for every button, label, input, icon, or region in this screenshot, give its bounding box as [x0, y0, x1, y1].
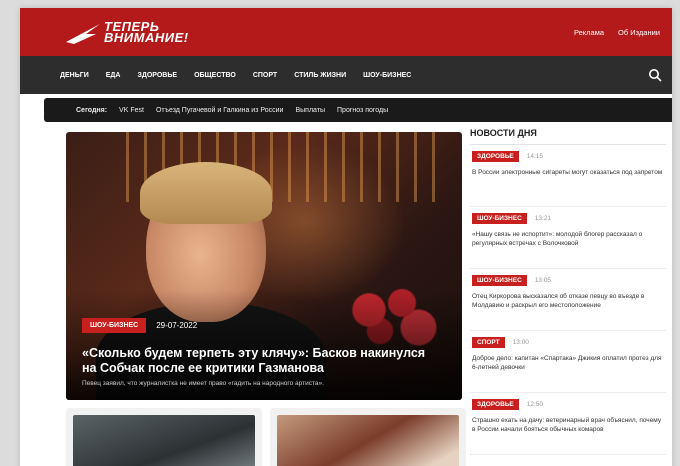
nav-item-food[interactable]: ЕДА	[106, 72, 121, 79]
article-card[interactable]	[66, 408, 262, 466]
top-links: Реклама Об Издании	[574, 28, 660, 37]
today-label: Сегодня:	[76, 106, 108, 114]
news-item-meta: ЗДОРОВЬЕ 14:15	[472, 151, 666, 162]
hero-title[interactable]: «Сколько будем терпеть эту клячу»: Баско…	[82, 346, 442, 376]
news-time: 14:15	[526, 153, 544, 160]
news-time: 13:05	[534, 277, 552, 284]
header-bar: ТЕПЕРЬ ВНИМАНИЕ! Реклама Об Издании	[20, 8, 672, 56]
main-content: ШОУ-БИЗНЕС 29-07-2022 «Сколько будем тер…	[20, 122, 672, 466]
nav-item-lifestyle[interactable]: СТИЛЬ ЖИЗНИ	[294, 72, 346, 79]
hero-image-hair	[140, 162, 272, 224]
today-bar: Сегодня: VK Fest Отъезд Пугачевой и Галк…	[44, 98, 672, 122]
main-nav: ДЕНЬГИ ЕДА ЗДОРОВЬЕ ОБЩЕСТВО СПОРТ СТИЛЬ…	[20, 56, 672, 94]
nav-item-society[interactable]: ОБЩЕСТВО	[194, 72, 236, 79]
logo-arrow-icon	[66, 24, 100, 44]
news-time: 12:50	[526, 401, 544, 408]
news-item-meta: СПОРТ 13:00	[472, 337, 666, 348]
logo-line-2: ВНИМАНИЕ!	[104, 30, 189, 45]
news-time: 13:21	[534, 215, 552, 222]
news-item-meta: ШОУ-БИЗНЕС 13:21	[472, 213, 666, 224]
news-category-badge[interactable]: ЗДОРОВЬЕ	[472, 399, 519, 410]
today-link-payments[interactable]: Выплаты	[295, 107, 325, 114]
news-category-badge[interactable]: ШОУ-БИЗНЕС	[472, 213, 527, 224]
nav-items: ДЕНЬГИ ЕДА ЗДОРОВЬЕ ОБЩЕСТВО СПОРТ СТИЛЬ…	[60, 72, 648, 79]
today-link-pugacheva[interactable]: Отъезд Пугачевой и Галкина из России	[156, 107, 284, 114]
news-headline[interactable]: Страшно ехать на дачу: ветеринарный врач…	[472, 416, 666, 434]
news-item[interactable]: ШОУ-БИЗНЕС 13:05 Отец Киркорова высказал…	[470, 269, 666, 331]
news-item[interactable]: ЗДОРОВЬЕ 12:50 Страшно ехать на дачу: ве…	[470, 393, 666, 455]
news-of-the-day: НОВОСТИ ДНЯ ЗДОРОВЬЕ 14:15 В России элек…	[470, 122, 666, 455]
news-item[interactable]: ЗДОРОВЬЕ 14:15 В России электронные сига…	[470, 145, 666, 207]
link-about[interactable]: Об Издании	[618, 28, 660, 37]
news-time: 13:00	[512, 339, 529, 346]
nav-item-sport[interactable]: СПОРТ	[253, 72, 277, 79]
nav-item-health[interactable]: ЗДОРОВЬЕ	[137, 72, 177, 79]
news-headline[interactable]: Отец Киркорова высказался об отказе певц…	[472, 292, 666, 310]
hero-category-badge[interactable]: ШОУ-БИЗНЕС	[82, 318, 147, 333]
news-headline[interactable]: Доброе дело: капитан «Спартака» Джикия о…	[472, 354, 666, 372]
article-card-image	[277, 415, 459, 466]
hero-meta: ШОУ-БИЗНЕС 29-07-2022	[82, 318, 197, 333]
page-frame: ТЕПЕРЬ ВНИМАНИЕ! Реклама Об Издании ДЕНЬ…	[20, 8, 672, 466]
news-headline[interactable]: «Нашу связь не испортит»: молодой блогер…	[472, 230, 666, 248]
news-category-badge[interactable]: ЗДОРОВЬЕ	[472, 151, 519, 162]
hero-subtitle: Певец заявил, что журналистка не имеет п…	[82, 380, 324, 387]
logo-text: ТЕПЕРЬ ВНИМАНИЕ!	[104, 20, 189, 45]
news-item[interactable]: ШОУ-БИЗНЕС 13:21 «Нашу связь не испортит…	[470, 207, 666, 269]
article-card[interactable]	[270, 408, 466, 466]
hero-date: 29-07-2022	[156, 321, 198, 330]
news-headline[interactable]: В России электронные сигареты могут оказ…	[472, 168, 666, 177]
news-category-badge[interactable]: СПОРТ	[472, 337, 505, 348]
today-link-weather[interactable]: Прогноз погоды	[337, 107, 388, 114]
news-heading: НОВОСТИ ДНЯ	[470, 122, 666, 145]
search-icon[interactable]	[648, 68, 662, 82]
nav-item-showbiz[interactable]: ШОУ-БИЗНЕС	[363, 72, 411, 79]
today-link-vk-fest[interactable]: VK Fest	[119, 107, 144, 114]
news-item-meta: ЗДОРОВЬЕ 12:50	[472, 399, 666, 410]
news-category-badge[interactable]: ШОУ-БИЗНЕС	[472, 275, 527, 286]
link-advertising[interactable]: Реклама	[574, 28, 604, 37]
article-card-image	[73, 415, 255, 466]
site-logo[interactable]: ТЕПЕРЬ ВНИМАНИЕ!	[66, 20, 189, 44]
nav-item-money[interactable]: ДЕНЬГИ	[60, 72, 89, 79]
news-item-meta: ШОУ-БИЗНЕС 13:05	[472, 275, 666, 286]
hero-article[interactable]: ШОУ-БИЗНЕС 29-07-2022 «Сколько будем тер…	[66, 132, 462, 400]
news-item[interactable]: СПОРТ 13:00 Доброе дело: капитан «Спарта…	[470, 331, 666, 393]
